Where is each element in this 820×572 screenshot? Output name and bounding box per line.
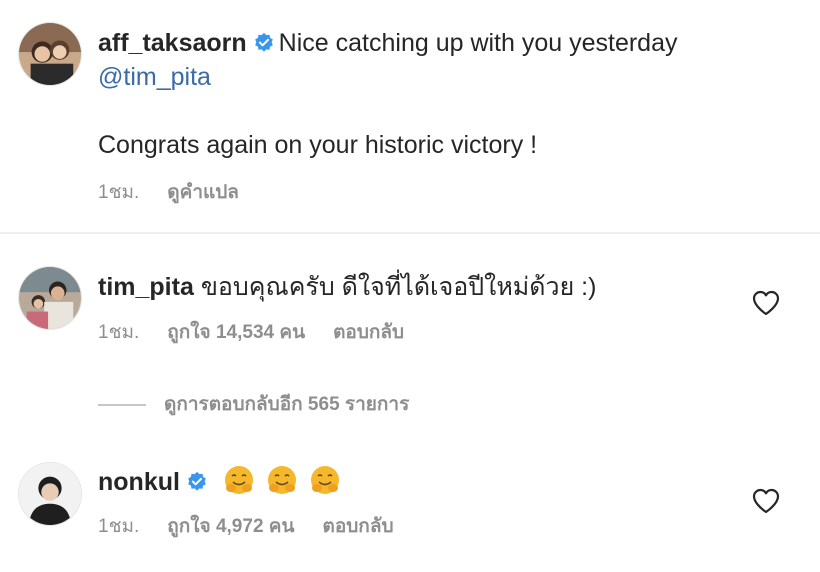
divider — [0, 232, 820, 234]
likes-count[interactable]: ถูกใจ 4,972 คน — [167, 516, 294, 537]
username-nonkul[interactable]: nonkul — [98, 468, 180, 496]
comment-meta: 1ชม. ถูกใจ 14,534 คน ตอบกลับ — [98, 320, 432, 346]
likes-count[interactable]: ถูกใจ 14,534 คน — [167, 322, 305, 343]
avatar-tim-pita[interactable] — [18, 266, 82, 330]
verified-badge-icon — [186, 471, 208, 493]
mention-tim-pita[interactable]: @tim_pita — [98, 60, 211, 94]
avatar-aff-taksaorn[interactable] — [18, 22, 82, 86]
comment-text: ขอบคุณครับ ดีใจที่ได้เจอปีใหม่ด้วย :) — [200, 273, 597, 301]
comment-time: 1ชม. — [98, 322, 140, 343]
username-tim-pita[interactable]: tim_pita — [98, 273, 194, 301]
verified-badge-icon — [253, 32, 275, 54]
comment-meta: 1ชม. ถูกใจ 4,972 คน ตอบกลับ — [98, 514, 422, 540]
comment-text: Nice catching up with you yesterday — [278, 29, 678, 57]
hugging-face-emoji — [223, 464, 255, 496]
heart-icon[interactable] — [752, 488, 780, 514]
heart-icon[interactable] — [752, 290, 780, 316]
reply-button[interactable]: ตอบกลับ — [333, 322, 404, 343]
replies-rule — [98, 403, 146, 406]
translate-link[interactable]: ดูคำแปล — [167, 182, 239, 203]
comment-meta: 1ชม. ดูคำแปล — [98, 180, 267, 206]
hugging-face-emoji — [309, 464, 341, 496]
avatar-nonkul[interactable] — [18, 462, 82, 526]
comment-text-line3: Congrats again on your historic victory … — [98, 131, 538, 159]
comment-time: 1ชม. — [98, 516, 140, 537]
username-aff-taksaorn[interactable]: aff_taksaorn — [98, 29, 247, 57]
hugging-face-emoji — [266, 464, 298, 496]
reply-button[interactable]: ตอบกลับ — [323, 516, 394, 537]
view-replies-link[interactable]: ดูการตอบกลับอีก 565 รายการ — [98, 392, 409, 418]
comment-time: 1ชม. — [98, 182, 140, 203]
view-replies-label: ดูการตอบกลับอีก 565 รายการ — [164, 394, 410, 415]
